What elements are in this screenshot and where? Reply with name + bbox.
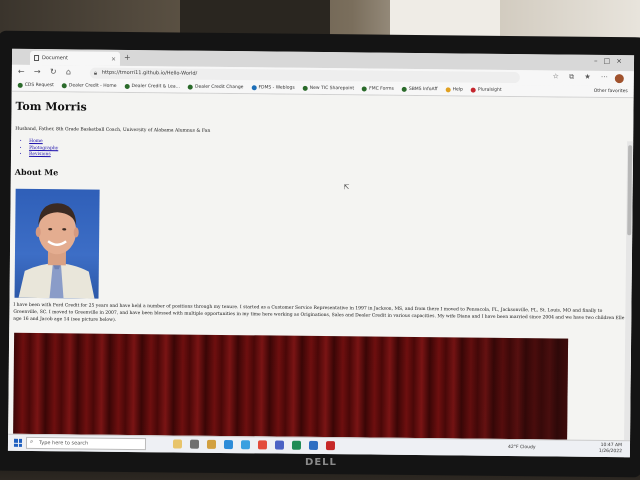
- profile-photo: [14, 188, 100, 299]
- web-page: Tom Morris Husband, Father, 8th Grade Ba…: [8, 91, 634, 458]
- file-explorer-icon[interactable]: [172, 439, 183, 449]
- bookmark-item[interactable]: SBMS InfoAff: [401, 86, 438, 92]
- task-view-icon[interactable]: [189, 439, 200, 449]
- tab-title: Document: [41, 55, 68, 62]
- browser-tools-icons[interactable]: ☆ ⧉ ★ ⋯: [553, 72, 612, 82]
- edge-icon[interactable]: [240, 440, 251, 450]
- nav-links: Home Photography Revisions: [21, 139, 58, 159]
- refresh-icon[interactable]: ↻: [50, 67, 57, 76]
- bookmark-item[interactable]: CDS Request: [17, 82, 54, 88]
- page-tagline: Husband, Father, 8th Grade Basketball Co…: [15, 126, 211, 134]
- search-icon: ⌕: [29, 437, 34, 445]
- family-photo-shadow: [438, 337, 569, 440]
- new-tab-button[interactable]: +: [124, 53, 131, 62]
- section-heading: About Me: [14, 166, 59, 178]
- back-icon[interactable]: ←: [18, 67, 25, 76]
- bookmark-item[interactable]: Pluralsight: [470, 87, 502, 93]
- dell-logo: DELL: [305, 457, 337, 468]
- lock-icon: 🔒︎: [93, 69, 98, 77]
- vscode-icon[interactable]: [308, 440, 319, 450]
- bookmark-item[interactable]: FMC Forms: [362, 86, 394, 92]
- folder-icon[interactable]: [206, 439, 217, 449]
- page-title: Tom Morris: [15, 99, 87, 114]
- bookmark-item[interactable]: Dealer Credit & Lea...: [124, 83, 180, 90]
- scrollbar-thumb[interactable]: [627, 145, 633, 236]
- window-controls[interactable]: –□×: [594, 57, 628, 65]
- forward-icon[interactable]: →: [34, 67, 41, 76]
- taskbar-search-input[interactable]: Type here to search: [25, 436, 147, 451]
- bookmark-item[interactable]: New TIC Sharepoint: [302, 85, 354, 91]
- bookmark-item[interactable]: Dealer Credit - Home: [61, 83, 117, 89]
- bio-paragraph: I have been with Ford Credit for 25 year…: [13, 302, 625, 323]
- system-clock[interactable]: 10:47 AM 1/26/2022: [599, 443, 622, 455]
- mouse-cursor-icon: ⇱: [343, 183, 350, 192]
- excel-icon[interactable]: [291, 440, 302, 450]
- teams-icon[interactable]: [274, 440, 285, 450]
- bookmark-item[interactable]: Dealer Credit Change: [187, 84, 243, 90]
- chrome-icon[interactable]: [257, 440, 268, 450]
- bookmark-item[interactable]: FDMS - Weblogs: [251, 85, 295, 91]
- avatar[interactable]: [614, 74, 624, 84]
- taskbar-pinned-apps: [172, 439, 336, 451]
- other-favorites[interactable]: Other favorites: [594, 89, 628, 94]
- home-icon[interactable]: ⌂: [66, 67, 71, 76]
- close-icon[interactable]: ×: [111, 55, 116, 62]
- monitor-screen: Document × + –□× ← → ↻ ⌂ https://tmorri1…: [7, 48, 635, 458]
- acrobat-icon[interactable]: [325, 441, 336, 451]
- mail-icon[interactable]: [223, 439, 234, 450]
- browser-tab[interactable]: Document ×: [29, 50, 121, 66]
- windows-start-icon[interactable]: [13, 438, 23, 447]
- weather-widget[interactable]: 42°F Cloudy: [508, 445, 536, 450]
- bookmark-item[interactable]: Help: [445, 87, 463, 92]
- document-icon: [33, 54, 40, 62]
- url-text: https://tmorri11.github.io/Hello-World/: [101, 69, 198, 77]
- nav-link-revisions[interactable]: Revisions: [29, 152, 58, 159]
